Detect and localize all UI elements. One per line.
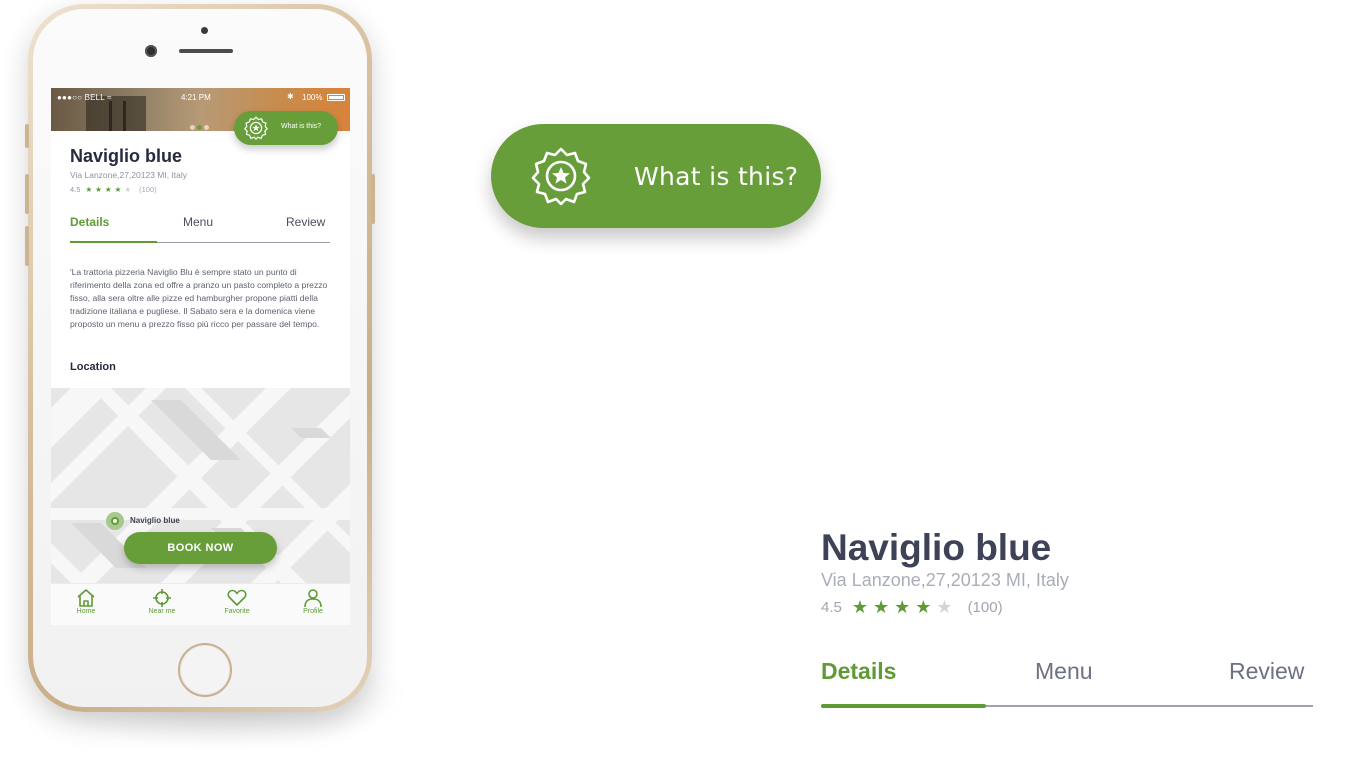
carousel-dot[interactable]: [204, 125, 209, 130]
tab-review[interactable]: Review: [286, 215, 325, 229]
tab-details[interactable]: Details: [821, 658, 896, 685]
crosshair-icon: [153, 589, 171, 607]
presentation-canvas: ●●●○○ BELL ≈ 4:21 PM ✱ 100% What is this…: [0, 0, 1366, 768]
tab-review[interactable]: Review: [1229, 658, 1304, 685]
earpiece-speaker: [179, 49, 233, 53]
rating-row: 4.5 ★ ★ ★ ★ ★ (100): [70, 185, 157, 194]
what-is-this-label: What is this?: [634, 162, 799, 191]
home-button[interactable]: [178, 643, 232, 697]
restaurant-description: 'La trattoria pizzeria Naviglio Blu è se…: [70, 267, 328, 329]
battery-percent: 100%: [302, 93, 323, 102]
nav-profile-label: Profile: [303, 608, 323, 615]
carrier-label: ●●●○○ BELL ≈: [57, 93, 112, 102]
home-icon: [77, 589, 95, 607]
detail-tabs: Details Menu Review: [70, 215, 330, 245]
rating-value: 4.5: [821, 599, 842, 616]
proximity-sensor: [201, 27, 208, 34]
restaurant-address: Via Lanzone,27,20123 MI, Italy: [70, 170, 188, 180]
what-is-this-button-zoom[interactable]: What is this?: [491, 124, 821, 228]
bluetooth-icon: ✱: [287, 92, 294, 101]
tab-active-indicator: [70, 241, 157, 243]
bottom-nav: Home Near me Favorite Profile: [51, 583, 350, 625]
tab-details[interactable]: Details: [70, 215, 109, 229]
nav-near-me[interactable]: Near me: [132, 589, 192, 615]
star-icon: ★: [851, 597, 868, 617]
review-count: (100): [139, 185, 157, 194]
star-rating: ★ ★ ★ ★ ★: [85, 185, 134, 194]
star-icon: ★: [873, 597, 890, 617]
award-badge-icon: [244, 116, 268, 140]
nav-home-label: Home: [76, 608, 96, 615]
award-badge-icon: [531, 147, 591, 206]
rating-value: 4.5: [70, 185, 81, 194]
carousel-dot-active[interactable]: [197, 125, 202, 130]
star-icon: ★: [95, 185, 102, 194]
clock: 4:21 PM: [181, 93, 211, 102]
detail-tabs-zoom: Details Menu Review: [821, 656, 1313, 710]
restaurant-address-zoom: Via Lanzone,27,20123 MI, Italy: [821, 570, 1069, 590]
star-icon: ★: [104, 185, 112, 194]
star-icon: ★: [114, 185, 122, 194]
tab-menu[interactable]: Menu: [183, 215, 213, 229]
app-screen: ●●●○○ BELL ≈ 4:21 PM ✱ 100% What is this…: [51, 88, 350, 625]
restaurant-name: Naviglio blue: [70, 146, 183, 166]
restaurant-name-zoom: Naviglio blue: [821, 527, 1052, 568]
volume-up-button: [25, 174, 29, 214]
hero-decoration: [123, 101, 126, 131]
nav-profile[interactable]: Profile: [283, 589, 343, 615]
tab-active-indicator: [821, 704, 986, 708]
star-rating: ★ ★ ★ ★ ★: [852, 597, 958, 618]
carousel-dots[interactable]: [190, 117, 211, 131]
power-button: [371, 174, 375, 224]
star-icon: ★: [915, 597, 932, 617]
star-empty-icon: ★: [124, 185, 132, 194]
carousel-dot[interactable]: [190, 125, 195, 130]
nav-favorite[interactable]: Favorite: [207, 589, 267, 615]
battery-icon: [327, 94, 345, 101]
mute-switch: [25, 124, 29, 148]
review-count: (100): [967, 599, 1003, 616]
star-empty-icon: ★: [936, 597, 953, 617]
heart-icon: [227, 589, 247, 606]
map-pin-label: Naviglio blue: [130, 516, 180, 525]
star-icon: ★: [894, 597, 911, 617]
book-now-button[interactable]: BOOK NOW: [124, 532, 277, 564]
hero-decoration: [109, 101, 112, 131]
nav-favorite-label: Favorite: [224, 608, 250, 615]
rating-row-zoom: 4.5 ★ ★ ★ ★ ★ (100): [821, 597, 1003, 618]
front-camera: [145, 45, 157, 57]
map-pin-icon[interactable]: [106, 512, 124, 530]
location-heading: Location: [70, 361, 116, 373]
volume-down-button: [25, 226, 29, 266]
what-is-this-label: What is this?: [281, 123, 322, 130]
nav-home[interactable]: Home: [56, 589, 116, 615]
tab-menu[interactable]: Menu: [1035, 658, 1093, 685]
status-bar: ●●●○○ BELL ≈ 4:21 PM ✱ 100%: [51, 88, 350, 104]
nav-near-me-label: Near me: [148, 608, 176, 615]
profile-icon: [304, 589, 322, 607]
what-is-this-button[interactable]: What is this?: [234, 111, 338, 145]
star-icon: ★: [85, 185, 93, 194]
